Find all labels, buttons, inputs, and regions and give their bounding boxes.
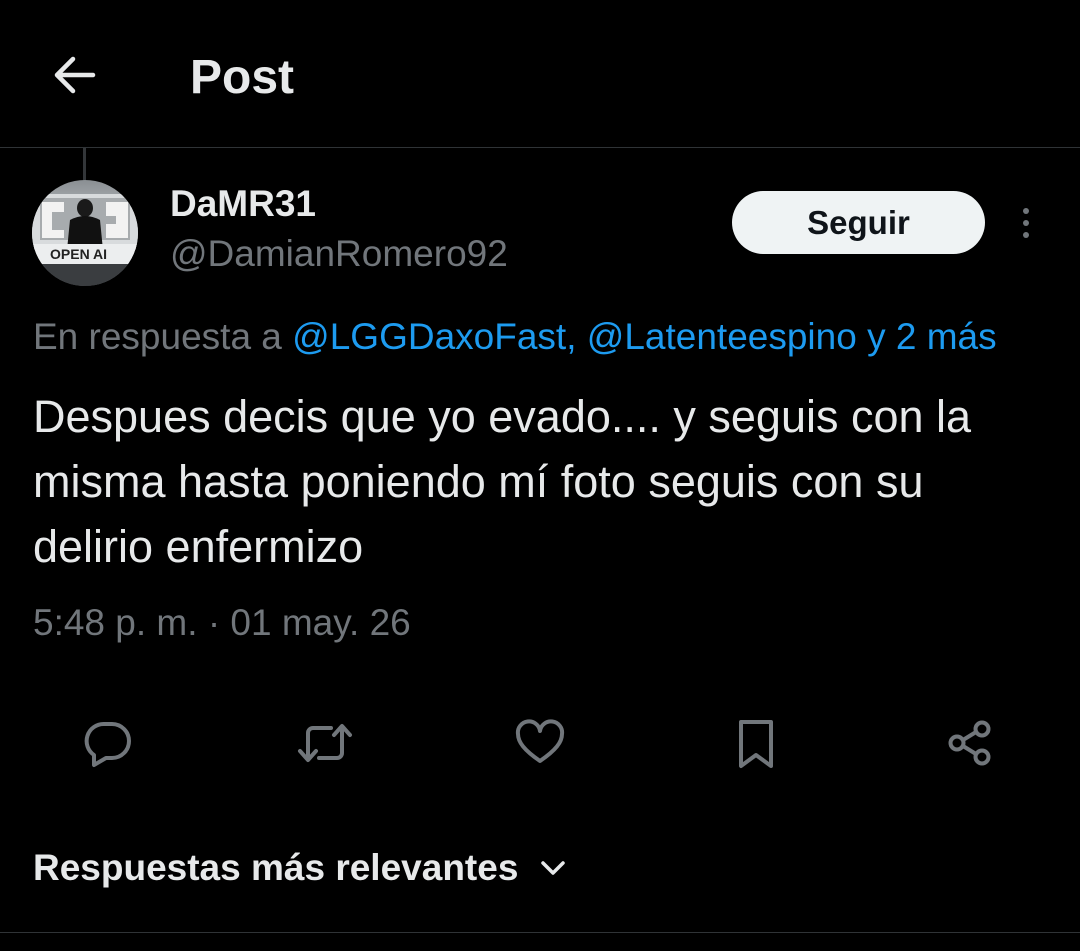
author-handle[interactable]: @DamianRomero92 xyxy=(170,230,508,278)
bookmark-button[interactable] xyxy=(718,705,794,781)
share-icon xyxy=(948,720,991,766)
tweet-text: Despues decis que yo evado.... y seguis … xyxy=(33,391,972,572)
avatar-text: OPEN AI xyxy=(50,246,107,262)
reply-mention-link[interactable]: @Latenteespino xyxy=(587,316,857,357)
chevron-down-icon xyxy=(540,859,566,877)
back-button[interactable] xyxy=(46,50,102,100)
tweet-timestamp: 5:48 p. m. · 01 may. 26 xyxy=(33,598,411,648)
bookmark-icon xyxy=(739,720,773,768)
author-display-name[interactable]: DaMR31 xyxy=(170,180,316,228)
reply-more-link[interactable]: y 2 más xyxy=(867,316,997,357)
reply-mention-link[interactable]: @LGGDaxoFast, xyxy=(292,316,576,357)
reply-context: En respuesta a @LGGDaxoFast, @Latenteesp… xyxy=(33,312,1080,362)
replies-sort-dropdown[interactable]: Respuestas más relevantes xyxy=(33,840,566,896)
avatar-image: OPEN AI xyxy=(32,180,138,286)
heart-icon xyxy=(515,719,565,763)
like-button[interactable] xyxy=(502,705,578,781)
tweet-time[interactable]: 5:48 p. m. xyxy=(33,602,198,643)
share-button[interactable] xyxy=(932,705,1008,781)
tweet-action-bar xyxy=(0,705,1080,781)
more-vertical-icon xyxy=(1023,208,1029,214)
comment-icon xyxy=(84,721,131,767)
tweet-date[interactable]: 01 may. 26 xyxy=(230,602,410,643)
more-vertical-icon-dot xyxy=(1023,220,1029,226)
repost-button[interactable] xyxy=(287,705,363,781)
more-vertical-icon-dot xyxy=(1023,232,1029,238)
follow-button[interactable]: Seguir xyxy=(732,191,985,254)
avatar[interactable]: OPEN AI xyxy=(32,180,138,286)
top-bar: Post xyxy=(0,0,1080,148)
page-title: Post xyxy=(190,51,295,104)
replies-sort-label: Respuestas más relevantes xyxy=(33,847,519,888)
arrow-left-icon xyxy=(54,56,96,94)
thread-connector-line xyxy=(83,148,86,182)
reply-to-prefix: En respuesta a xyxy=(33,316,282,357)
timestamp-separator: · xyxy=(207,602,221,643)
reply-button[interactable] xyxy=(70,705,146,781)
more-options-button[interactable] xyxy=(1008,200,1044,246)
retweet-icon xyxy=(298,724,352,762)
divider xyxy=(0,932,1080,933)
